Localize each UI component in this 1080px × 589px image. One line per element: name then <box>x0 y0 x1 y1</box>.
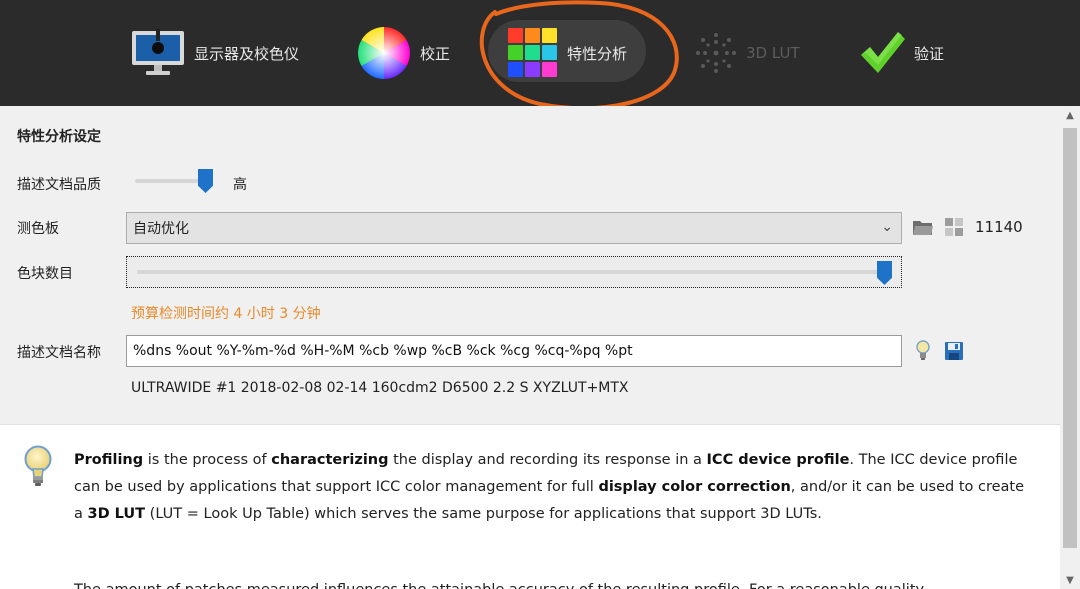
testchart-label: 测色板 <box>17 221 59 237</box>
lightbulb-icon <box>24 445 52 486</box>
info-emphasis: 3D LUT <box>87 506 146 522</box>
scroll-up-icon[interactable]: ▲ <box>1060 106 1080 124</box>
section-title: 特性分析设定 <box>17 129 101 145</box>
lightbulb-icon[interactable] <box>912 340 934 362</box>
tab-3d-lut[interactable]: 3D LUT <box>694 0 800 106</box>
monitor-icon <box>132 29 184 75</box>
info-paragraph-profiling: Profiling is the process of characterizi… <box>74 447 1024 528</box>
scroll-thumb[interactable] <box>1063 128 1077 548</box>
tab-display-instrument[interactable]: 显示器及校色仪 <box>130 0 299 106</box>
quality-label: 描述文档品质 <box>17 177 101 193</box>
info-paragraph-patches: The amount of patches measured influence… <box>74 577 1024 589</box>
info-text-run: is the process of <box>143 452 272 468</box>
profile-name-label: 描述文档名称 <box>17 345 101 361</box>
color-grid-icon <box>508 28 557 77</box>
profile-name-input[interactable]: %dns %out %Y-%m-%d %H-%M %cb %wp %cB %ck… <box>126 335 902 367</box>
patch-count: 11140 <box>975 218 1023 236</box>
quality-slider-thumb[interactable] <box>198 169 213 193</box>
top-toolbar: 显示器及校色仪 校正 特性分析 3D LUT 验证 <box>0 0 1080 111</box>
profile-name-preview: ULTRAWIDE #1 2018-02-08 02-14 160cdm2 D6… <box>131 380 629 396</box>
app-window: 显示器及校色仪 校正 特性分析 3D LUT 验证 特性分析设定 描述文档品质 … <box>0 0 1080 589</box>
tab-calibration[interactable]: 校正 <box>356 0 450 106</box>
patch-amount-label: 色块数目 <box>17 266 73 282</box>
tab-label: 校正 <box>420 44 451 63</box>
tab-verification[interactable]: 验证 <box>858 0 944 106</box>
profiling-settings-panel: 特性分析设定 描述文档品质 高 测色板 自动优化 ⌄ 11140 色块数目 预算… <box>0 106 1060 424</box>
testchart-editor-icon[interactable] <box>943 216 965 238</box>
color-wheel-icon <box>358 27 410 79</box>
save-icon[interactable] <box>943 340 965 362</box>
folder-icon[interactable] <box>912 216 934 238</box>
checkmark-icon <box>861 32 905 73</box>
info-text-run: the display and recording its response i… <box>388 452 707 468</box>
info-text-run: (LUT = Look Up Table) which serves the s… <box>145 506 822 522</box>
testchart-select[interactable]: 自动优化 ⌄ <box>126 212 902 244</box>
tab-label: 显示器及校色仪 <box>194 44 300 63</box>
info-emphasis: display color correction <box>598 479 791 495</box>
chevron-down-icon: ⌄ <box>881 219 893 235</box>
tab-label: 特性分析 <box>567 44 628 63</box>
quality-value: 高 <box>233 177 247 193</box>
testchart-select-value: 自动优化 <box>133 221 189 237</box>
tab-label: 验证 <box>914 44 945 63</box>
lut-icon <box>696 33 736 73</box>
info-emphasis: Profiling <box>74 452 144 468</box>
tab-label: 3D LUT <box>746 44 800 62</box>
info-emphasis: ICC device profile <box>706 452 850 468</box>
info-panel: Profiling is the process of characterizi… <box>0 424 1060 589</box>
estimated-time: 预算检测时间约 4 小时 3 分钟 <box>131 306 321 322</box>
info-emphasis: characterizing <box>271 452 389 468</box>
vertical-scrollbar[interactable]: ▲ ▼ <box>1060 106 1080 589</box>
patch-amount-slider[interactable] <box>126 256 902 288</box>
patch-slider-track[interactable] <box>137 270 887 274</box>
scroll-down-icon[interactable]: ▼ <box>1060 571 1080 589</box>
tab-profiling[interactable]: 特性分析 <box>507 0 627 106</box>
patch-slider-thumb[interactable] <box>877 261 892 285</box>
